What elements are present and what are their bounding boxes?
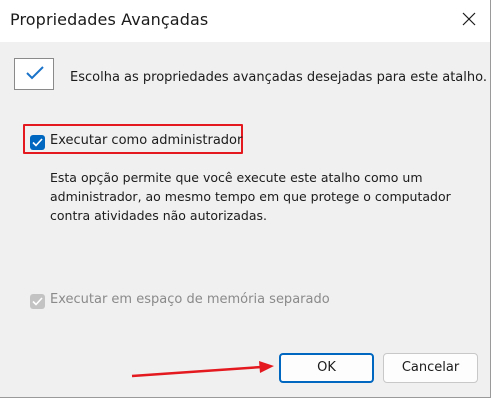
ok-button[interactable]: OK: [279, 353, 374, 383]
close-icon: [462, 12, 476, 26]
close-button[interactable]: [448, 0, 490, 40]
description-line: contra atividades não autorizadas.: [50, 208, 267, 223]
check-icon: [32, 138, 43, 147]
run-as-admin-description: Esta opção permite que você execute este…: [50, 168, 470, 225]
page: Propriedades Avançadas Escolha as propri…: [0, 0, 492, 401]
checkmark-header-icon: [14, 58, 54, 90]
dialog-content: Escolha as propriedades avançadas deseja…: [0, 42, 490, 397]
cancel-button[interactable]: Cancelar: [383, 353, 478, 383]
run-as-admin-label[interactable]: Executar como administrador: [50, 133, 242, 148]
header-instruction: Escolha as propriedades avançadas deseja…: [70, 70, 487, 85]
separate-memory-label: Executar em espaço de memória separado: [50, 292, 330, 307]
check-icon: [32, 297, 43, 306]
dialog-title: Propriedades Avançadas: [10, 10, 209, 29]
description-line: Esta opção permite que você execute este…: [50, 170, 423, 185]
advanced-properties-dialog: Propriedades Avançadas Escolha as propri…: [0, 0, 491, 398]
run-as-admin-checkbox[interactable]: [30, 135, 45, 150]
separate-memory-checkbox: [30, 294, 45, 309]
description-line: administrador, ao mesmo tempo em que pro…: [50, 189, 451, 204]
title-bar: Propriedades Avançadas: [0, 0, 490, 42]
